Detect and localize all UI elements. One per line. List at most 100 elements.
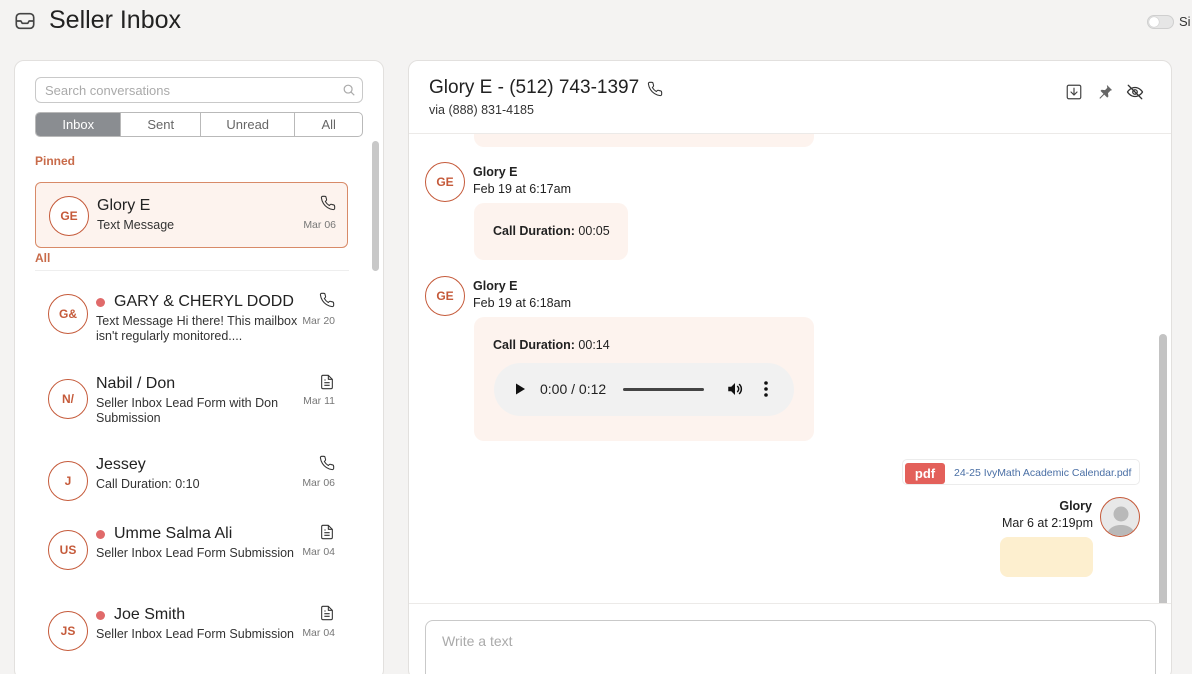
tab-inbox[interactable]: Inbox bbox=[36, 113, 122, 136]
page-title: Seller Inbox bbox=[49, 6, 182, 34]
toggle-label: Si bbox=[1179, 14, 1191, 29]
conversation-date: Mar 11 bbox=[303, 395, 335, 407]
thread-scrollbar[interactable] bbox=[1159, 334, 1167, 604]
message-sender: Glory E bbox=[473, 279, 518, 293]
tab-bar: Inbox Sent Unread All bbox=[35, 112, 363, 137]
thread-via-number: via (888) 831-4185 bbox=[429, 103, 534, 117]
phone-icon bbox=[320, 195, 336, 211]
avatar: GE bbox=[425, 276, 465, 316]
tab-all[interactable]: All bbox=[295, 113, 362, 136]
message-thread: GE Glory E Feb 19 at 6:17am Call Duratio… bbox=[409, 134, 1171, 604]
hide-icon[interactable] bbox=[1126, 83, 1144, 101]
top-bar: Seller Inbox Si bbox=[0, 0, 1192, 44]
call-duration-value: 00:05 bbox=[574, 224, 610, 238]
conversation-name-text: Glory E bbox=[97, 197, 151, 214]
avatar: GE bbox=[425, 162, 465, 202]
conversation-name-text: Umme Salma Ali bbox=[114, 525, 233, 542]
unread-dot bbox=[96, 610, 105, 620]
document-icon bbox=[321, 524, 333, 540]
document-icon bbox=[321, 605, 333, 621]
conversation-name: GARY & CHERYL DODD bbox=[96, 293, 294, 311]
pinned-section-label: Pinned bbox=[35, 154, 76, 168]
conversation-snippet: Seller Inbox Lead Form with Don Submissi… bbox=[96, 396, 279, 425]
attachment[interactable]: pdf 24-25 IvyMath Academic Calendar.pdf bbox=[902, 459, 1140, 485]
audio-progress-bar[interactable] bbox=[623, 388, 704, 391]
more-options-icon[interactable] bbox=[762, 380, 770, 398]
user-silhouette-icon bbox=[1106, 506, 1136, 536]
conversation-name: Joe Smith bbox=[96, 606, 185, 624]
unread-dot bbox=[96, 529, 105, 539]
pin-icon[interactable] bbox=[1096, 83, 1114, 101]
outgoing-message-bubble bbox=[1000, 537, 1093, 577]
conversation-thread-panel: Glory E - (512) 743-1397 via (888) 831-4… bbox=[408, 60, 1172, 674]
conversation-date: Mar 06 bbox=[303, 219, 336, 231]
pdf-badge: pdf bbox=[905, 463, 945, 484]
message-bubble: Call Duration: 00:05 bbox=[474, 203, 628, 260]
download-icon[interactable] bbox=[1065, 83, 1083, 101]
tab-sent[interactable]: Sent bbox=[121, 113, 201, 136]
avatar: N/ bbox=[48, 379, 88, 419]
message-time: Mar 6 at 2:19pm bbox=[1001, 516, 1093, 530]
message-sender: Glory bbox=[1059, 499, 1092, 513]
composer-divider bbox=[409, 603, 1171, 604]
avatar: GE bbox=[49, 196, 89, 236]
thread-title: Glory E - (512) 743-1397 bbox=[429, 77, 640, 98]
conversation-snippet: Call Duration: 0:10 bbox=[96, 477, 200, 491]
call-duration-label: Call Duration: bbox=[493, 338, 575, 352]
conversation-name-text: Jessey bbox=[96, 456, 146, 473]
conversation-name: Nabil / Don bbox=[96, 375, 175, 393]
document-icon bbox=[321, 374, 333, 390]
conversation-name: Umme Salma Ali bbox=[96, 525, 232, 543]
attachment-filename[interactable]: 24-25 IvyMath Academic Calendar.pdf bbox=[954, 467, 1131, 479]
message-time: Feb 19 at 6:18am bbox=[473, 296, 571, 310]
avatar: US bbox=[48, 530, 88, 570]
call-duration: Call Duration: 00:05 bbox=[493, 224, 610, 238]
avatar: JS bbox=[48, 611, 88, 651]
list-scrollbar[interactable] bbox=[372, 141, 379, 271]
silent-toggle[interactable] bbox=[1147, 15, 1174, 29]
section-divider bbox=[35, 270, 349, 271]
phone-icon[interactable] bbox=[647, 81, 663, 97]
conversation-snippet: Text Message Hi there! This mailbox isn'… bbox=[96, 314, 298, 343]
audio-time: 0:00 / 0:12 bbox=[540, 381, 607, 397]
call-duration: Call Duration: 00:14 bbox=[493, 338, 610, 352]
message-time: Feb 19 at 6:17am bbox=[473, 182, 571, 196]
conversation-date: Mar 06 bbox=[302, 477, 335, 489]
tab-unread[interactable]: Unread bbox=[201, 113, 296, 136]
conversation-item[interactable]: N/ Nabil / Don Seller Inbox Lead Form wi… bbox=[35, 366, 348, 432]
play-icon[interactable] bbox=[513, 382, 527, 396]
phone-icon bbox=[319, 292, 335, 308]
pinned-conversation-item[interactable]: GE Glory E Text Message Mar 06 bbox=[35, 182, 348, 248]
conversation-item[interactable]: G& GARY & CHERYL DODD Text Message Hi th… bbox=[35, 281, 348, 347]
call-duration-label: Call Duration: bbox=[493, 224, 575, 238]
message-sender: Glory E bbox=[473, 165, 518, 179]
conversation-snippet: Text Message bbox=[97, 218, 175, 232]
all-section-label: All bbox=[35, 251, 51, 265]
conversation-snippet: Seller Inbox Lead Form Submission bbox=[96, 627, 295, 641]
audio-player: 0:00 / 0:12 bbox=[494, 363, 794, 416]
conversation-item[interactable]: J Jessey Call Duration: 0:10 Mar 06 bbox=[35, 448, 348, 514]
unread-dot bbox=[96, 297, 105, 307]
conversation-name-text: Nabil / Don bbox=[96, 375, 176, 392]
message-bubble bbox=[474, 134, 814, 147]
search-icon[interactable] bbox=[342, 83, 356, 97]
phone-icon bbox=[319, 455, 335, 471]
conversation-name: Jessey bbox=[96, 456, 146, 474]
avatar: J bbox=[48, 461, 88, 501]
conversation-name-text: Joe Smith bbox=[114, 606, 186, 623]
avatar bbox=[1100, 497, 1140, 537]
conversation-item[interactable]: US Umme Salma Ali Seller Inbox Lead Form… bbox=[35, 517, 348, 583]
conversation-name: Glory E bbox=[97, 197, 150, 215]
conversation-name-text: GARY & CHERYL DODD bbox=[114, 293, 294, 310]
volume-icon[interactable] bbox=[726, 380, 744, 398]
conversation-list-panel: Inbox Sent Unread All Pinned GE Glory E … bbox=[14, 60, 384, 674]
message-composer[interactable] bbox=[425, 620, 1156, 674]
conversation-item[interactable]: JS Joe Smith Seller Inbox Lead Form Subm… bbox=[35, 598, 348, 664]
conversation-date: Mar 20 bbox=[302, 315, 335, 327]
conversation-snippet: Seller Inbox Lead Form Submission bbox=[96, 546, 295, 560]
search-input[interactable] bbox=[35, 77, 363, 103]
call-duration-value: 00:14 bbox=[574, 338, 610, 352]
inbox-icon bbox=[15, 12, 35, 30]
conversation-date: Mar 04 bbox=[302, 546, 335, 558]
avatar: G& bbox=[48, 294, 88, 334]
